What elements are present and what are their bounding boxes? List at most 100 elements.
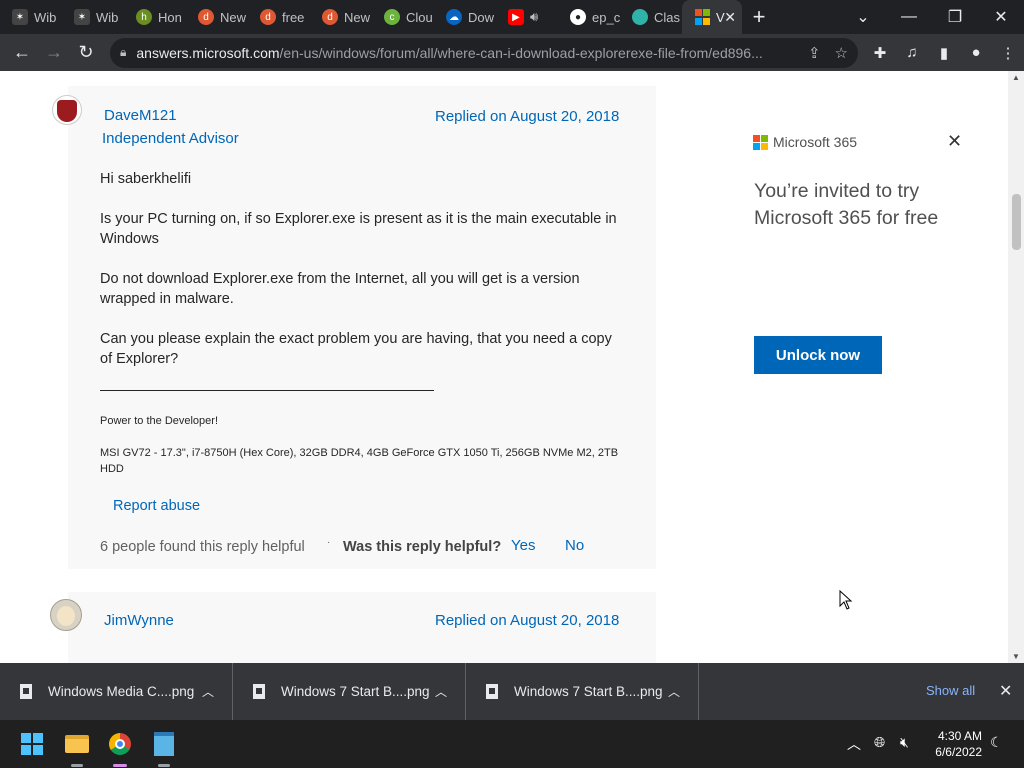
forward-button[interactable]: → (38, 37, 70, 69)
reply-author-role: Independent Advisor (102, 130, 239, 147)
scroll-down-icon[interactable]: ▼ (1012, 652, 1020, 661)
side-panel-icon[interactable]: ▮ (928, 37, 960, 69)
folder-icon (65, 735, 89, 753)
browser-tab[interactable]: ● ep_c (558, 0, 620, 34)
start-button[interactable] (16, 728, 48, 760)
browser-tab[interactable]: ✶ Wib (0, 0, 62, 34)
windows-taskbar: ︿ 🌐︎ 🔇︎ 4:30 AM 6/6/2022 ☾ (0, 720, 1024, 768)
running-indicator (113, 764, 127, 767)
browser-tab[interactable]: h Hon (124, 0, 186, 34)
extensions-icon[interactable]: ✚ (864, 37, 896, 69)
chevron-up-icon[interactable]: ︿ (668, 683, 680, 700)
helpful-no-button[interactable]: No (565, 537, 584, 554)
helpful-question: Was this reply helpful? (343, 539, 502, 555)
tab-search-icon[interactable]: ⌄ (840, 0, 886, 34)
wibbitz-icon: ✶ (12, 9, 28, 25)
scroll-up-icon[interactable]: ▲ (1012, 73, 1020, 82)
chevron-up-icon[interactable]: ︿ (435, 683, 447, 700)
profile-icon[interactable]: ● (960, 37, 992, 69)
browser-tab[interactable]: ✶ Wib (62, 0, 124, 34)
ad-headline: You’re invited to try Microsoft 365 for … (754, 180, 939, 229)
reply-paragraph: Can you please explain the exact problem… (100, 331, 612, 367)
share-icon[interactable]: ⇪ (808, 44, 821, 62)
file-icon (486, 684, 498, 699)
close-icon[interactable]: ✕ (947, 131, 962, 152)
download-filename: Windows 7 Start B....png (281, 684, 430, 699)
scrollbar-thumb[interactable] (1012, 194, 1021, 250)
url-path: /en-us/windows/forum/all/where-can-i-dow… (279, 44, 763, 61)
shield-icon (57, 100, 77, 122)
download-item[interactable]: Windows 7 Start B....png ︿ (466, 663, 699, 720)
duckduckgo-icon: d (198, 9, 214, 25)
chevron-up-icon[interactable]: ︿ (847, 734, 861, 754)
onedrive-icon: ☁ (446, 9, 462, 25)
windows-start-icon (21, 733, 43, 755)
duckduckgo-icon: d (260, 9, 276, 25)
helpful-yes-button[interactable]: Yes (511, 537, 535, 554)
page-content: DaveM121 Independent Advisor Replied on … (0, 71, 1024, 663)
reply-paragraph: Is your PC turning on, if so Explorer.ex… (100, 211, 617, 247)
chrome-button[interactable] (104, 728, 136, 760)
minimize-button[interactable]: — (886, 0, 932, 34)
menu-kebab-icon[interactable]: ⋮ (992, 37, 1024, 69)
browser-toolbar: ← → ↻ 🔒︎ answers.microsoft.com/en-us/win… (0, 34, 1024, 71)
show-all-downloads-link[interactable]: Show all (926, 683, 975, 698)
download-item[interactable]: Windows Media C....png ︿ (0, 663, 233, 720)
file-explorer-button[interactable] (61, 728, 93, 760)
taskbar-clock[interactable]: 4:30 AM 6/6/2022 (924, 728, 982, 760)
honey-icon: h (136, 9, 152, 25)
helpful-count: 6 people found this reply helpful (100, 539, 305, 555)
restore-button[interactable]: ❐ (932, 0, 978, 34)
browser-tab[interactable]: ☁ Dow (434, 0, 496, 34)
browser-tab[interactable]: d free (248, 0, 310, 34)
browser-tab[interactable]: ▶ 🔊︎ (496, 0, 558, 34)
close-icon[interactable]: ✕ (999, 681, 1012, 701)
browser-tab[interactable]: c Clou (372, 0, 434, 34)
reply-author[interactable]: DaveM121 (104, 107, 177, 124)
report-abuse-link[interactable]: Report abuse (113, 498, 200, 514)
edge-icon (632, 9, 648, 25)
bookmark-star-icon[interactable]: ☆ (835, 44, 848, 62)
separator-dot: · (327, 537, 331, 548)
browser-tab[interactable]: d New (310, 0, 372, 34)
chevron-up-icon[interactable]: ︿ (202, 683, 214, 700)
browser-tab[interactable]: d New (186, 0, 248, 34)
clock-time: 4:30 AM (937, 729, 982, 743)
audio-icon: 🔊︎ (530, 9, 539, 24)
running-indicator (71, 764, 83, 767)
browser-tab[interactable]: Clas (620, 0, 682, 34)
new-tab-button[interactable]: + (742, 4, 776, 30)
address-bar[interactable]: 🔒︎ answers.microsoft.com/en-us/windows/f… (110, 37, 858, 68)
download-filename: Windows 7 Start B....png (514, 684, 663, 699)
scrollbar[interactable]: ▲ ▼ (1008, 71, 1024, 663)
reply-greeting: Hi saberkhelifi (100, 171, 192, 187)
close-window-button[interactable]: ✕ (978, 0, 1024, 34)
reload-button[interactable]: ↻ (70, 37, 102, 69)
unlock-now-button[interactable]: Unlock now (754, 336, 882, 374)
avatar[interactable] (52, 95, 82, 125)
download-bar: Windows Media C....png ︿ Windows 7 Start… (0, 663, 1024, 720)
chrome-icon (109, 733, 131, 755)
github-icon: ● (570, 9, 586, 25)
cartoon-face-icon (57, 606, 75, 626)
running-indicator (158, 764, 170, 767)
signature-specs: MSI GV72 - 17.3", i7-8750H (Hex Core), 3… (100, 447, 619, 475)
download-filename: Windows Media C....png (48, 684, 195, 699)
file-icon (20, 684, 32, 699)
download-item[interactable]: Windows 7 Start B....png ︿ (233, 663, 466, 720)
volume-muted-icon[interactable]: 🔇︎ (900, 734, 909, 751)
lock-icon[interactable]: 🔒︎ (120, 45, 126, 60)
cloud-icon: c (384, 9, 400, 25)
browser-tab-active[interactable]: V ✕ (682, 0, 742, 34)
reply-author[interactable]: JimWynne (104, 612, 174, 629)
avatar[interactable] (50, 599, 82, 631)
youtube-icon: ▶ (508, 9, 524, 25)
globe-icon[interactable]: 🌐︎ (874, 734, 885, 751)
back-button[interactable]: ← (6, 37, 38, 69)
close-tab-icon[interactable]: ✕ (724, 9, 736, 26)
media-control-icon[interactable]: ♫ (896, 37, 928, 69)
focus-assist-moon-icon[interactable]: ☾ (990, 734, 1003, 751)
notepad-button[interactable] (148, 728, 180, 760)
tab-strip: ✶ Wib ✶ Wib h Hon d New d free d New c Clou ☁ Do… (0, 0, 1024, 34)
reply-date: Replied on August 20, 2018 (435, 108, 620, 125)
